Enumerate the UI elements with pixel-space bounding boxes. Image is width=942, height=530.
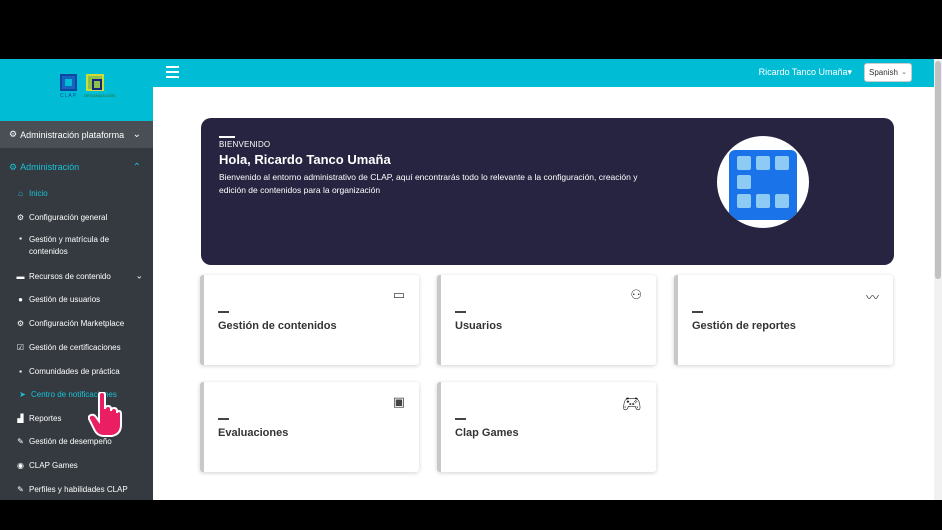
sidebar-item-configuracion-general[interactable]: ⚙ Configuración general [0, 209, 153, 225]
card-divider [218, 418, 229, 420]
trend-icon: 〰 [865, 290, 879, 305]
card-label: Evaluaciones [218, 427, 289, 439]
gears-icon: ⚙ [9, 161, 18, 172]
chevron-up-icon: ⌃ [132, 161, 141, 173]
chevron-down-icon: ⌄ [132, 129, 141, 140]
sidebar-item-label: Gestión de certificaciones [29, 342, 121, 352]
card-divider [692, 311, 703, 313]
pencil-icon: ✎ [17, 436, 24, 446]
card-evaluaciones[interactable]: ▣ Evaluaciones [200, 382, 419, 472]
sidebar-item-label: Configuración Marketplace [29, 318, 125, 328]
sidebar-item-label: Comunidades de práctica [29, 366, 120, 376]
top-bar: Ricardo Tanco Umaña▾ Spanish ⌄ [153, 59, 942, 87]
book-icon: ▪ [19, 234, 22, 243]
sidebar-item-label: Perfiles y habilidades CLAP [29, 484, 128, 494]
scrollbar-thumb[interactable] [935, 61, 941, 279]
check-square-icon: ☑ [16, 342, 25, 352]
gamepad-icon: ◉ [17, 460, 24, 470]
wallet-icon: ▭ [392, 287, 405, 302]
sidebar-item-label: Gestión de usuarios [29, 294, 101, 304]
paper-plane-icon: ➤ [19, 389, 26, 399]
card-label: Usuarios [455, 320, 503, 332]
user-name: Ricardo Tanco Umaña [758, 67, 848, 77]
language-value: Spanish [869, 68, 898, 77]
sidebar-item-certificaciones[interactable]: ☑ Gestión de certificaciones [0, 339, 153, 355]
folder-icon: ▬ [16, 271, 25, 281]
sidebar-item-gestion-matricula[interactable]: ▪ Gestión y matrícula de contenidos [0, 234, 153, 260]
sidebar-item-label: CLAP Games [29, 460, 78, 470]
card-divider [455, 418, 466, 420]
card-label: Gestión de reportes [692, 320, 796, 332]
card-clap-games[interactable]: 🎮︎ Clap Games [437, 382, 656, 472]
section-admin-platform[interactable]: ⚙ Administración plataforma ⌄ [0, 121, 153, 148]
hand-cursor-icon [88, 392, 122, 437]
sidebar-item-usuarios[interactable]: ● Gestión de usuarios [0, 291, 153, 307]
gears-icon: ⚙ [9, 129, 18, 139]
language-select[interactable]: Spanish ⌄ [864, 63, 912, 82]
sidebar-item-label: Configuración general [29, 212, 108, 222]
card-divider [455, 311, 466, 313]
logo-text-left: CLAP [60, 93, 78, 99]
sidebar-item-reportes[interactable]: ▟ Reportes [0, 410, 153, 426]
pencil-icon: ✎ [17, 484, 24, 494]
gamepad-icon: 🎮︎ [621, 396, 642, 413]
banner-divider [219, 136, 235, 138]
user-menu[interactable]: Ricardo Tanco Umaña▾ [759, 67, 852, 78]
sidebar-item-label: Gestión y matrícula de contenidos [29, 235, 110, 256]
clap-logo-mark [60, 74, 77, 91]
card-gestion-contenidos[interactable]: ▭ Gestión de contenidos [200, 275, 419, 365]
banner-title: Hola, Ricardo Tanco Umaña [219, 152, 391, 167]
section-admin-label: Administración [20, 162, 80, 172]
logo-area: CLAP ORGANIZACION [0, 59, 153, 121]
banner-description: Bienvenido al entorno administrativo de … [219, 172, 638, 195]
sidebar-item-notificaciones[interactable]: ➤ Centro de notificaciones [0, 386, 153, 402]
caret-down-icon: ▾ [847, 67, 852, 77]
video-frame: CLAP ORGANIZACION ⚙ Administración plata… [0, 0, 942, 530]
card-divider [218, 311, 229, 313]
checklist-icon: ▣ [392, 394, 405, 409]
chevron-down-icon: ⌄ [901, 69, 907, 76]
sidebar-item-marketplace[interactable]: ⚙ Configuración Marketplace [0, 315, 153, 331]
sidebar: CLAP ORGANIZACION ⚙ Administración plata… [0, 59, 153, 500]
org-logo-mark [86, 74, 104, 91]
sidebar-item-label: Reportes [29, 413, 62, 423]
sidebar-item-comunidades[interactable]: ▪ Comunidades de práctica [0, 363, 153, 379]
section-admin[interactable]: ⚙ Administración ⌃ [0, 156, 153, 178]
app-window: CLAP ORGANIZACION ⚙ Administración plata… [0, 59, 942, 500]
card-gestion-reportes[interactable]: 〰 Gestión de reportes [674, 275, 893, 365]
sidebar-item-inicio[interactable]: ⌂ Inicio [0, 185, 153, 201]
welcome-banner: BIENVENIDO Hola, Ricardo Tanco Umaña Bie… [201, 118, 894, 265]
clap-logo-square [729, 150, 797, 220]
sidebar-item-clap-games[interactable]: ◉ CLAP Games [0, 457, 153, 473]
card-label: Gestión de contenidos [218, 320, 337, 332]
chart-icon: ▟ [17, 413, 24, 423]
sidebar-item-recursos[interactable]: ▬ Recursos de contenido ⌄ [0, 268, 153, 284]
section-admin-platform-label: Administración plataforma [20, 129, 125, 140]
clap-logo [717, 136, 809, 228]
users-icon: ⚇ [630, 287, 642, 302]
gear-icon: ⚙ [16, 318, 25, 328]
book-icon: ▪ [19, 366, 22, 376]
card-usuarios[interactable]: ⚇ Usuarios [437, 275, 656, 365]
card-label: Clap Games [455, 427, 519, 439]
sidebar-item-perfiles[interactable]: ✎ Perfiles y habilidades CLAP [0, 481, 153, 497]
menu-toggle-icon[interactable] [166, 63, 179, 78]
sidebar-item-desempeno[interactable]: ✎ Gestión de desempeño [0, 433, 153, 449]
gear-icon: ⚙ [16, 212, 25, 222]
sidebar-item-label: Inicio [29, 188, 48, 198]
sidebar-item-label: Recursos de contenido [29, 271, 111, 281]
banner-kicker: BIENVENIDO [219, 140, 271, 149]
scrollbar[interactable] [934, 59, 942, 500]
users-icon: ● [18, 294, 23, 304]
logo-text-right: ORGANIZACION [84, 93, 115, 98]
chevron-down-icon: ⌄ [135, 270, 143, 281]
home-icon: ⌂ [18, 188, 23, 198]
